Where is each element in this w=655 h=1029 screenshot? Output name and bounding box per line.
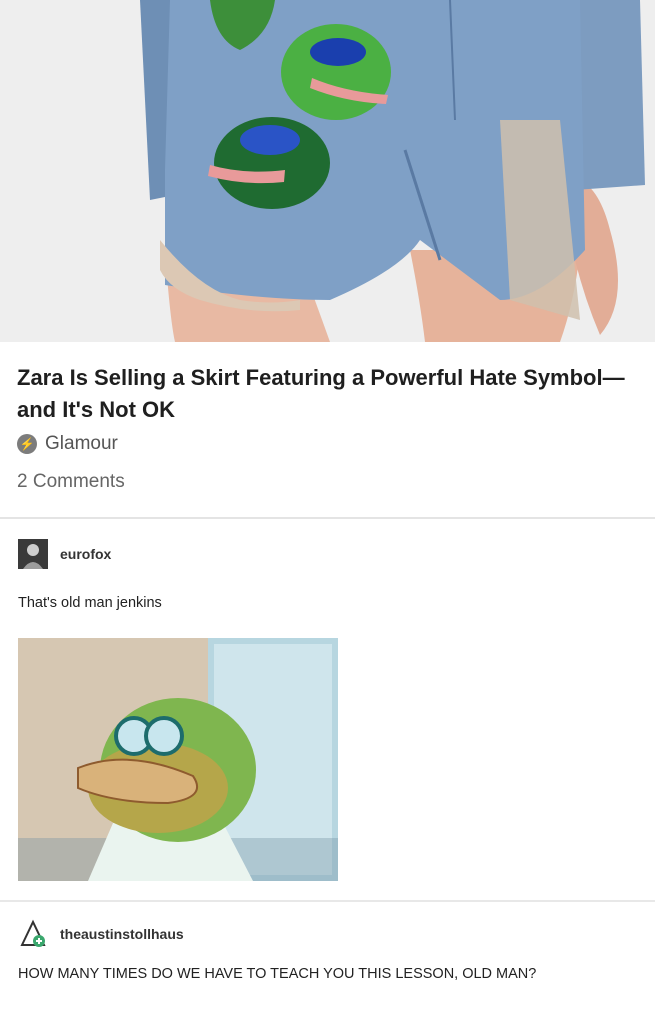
lightning-bolt-icon: ⚡ <box>17 434 37 454</box>
comments-link[interactable]: 2 Comments <box>17 471 125 493</box>
avatar[interactable] <box>18 539 48 569</box>
avatar[interactable] <box>18 919 48 949</box>
source-name: Glamour <box>45 433 118 454</box>
username[interactable]: theaustinstollhaus <box>60 926 184 942</box>
article-headline[interactable]: Zara Is Selling a Skirt Featuring a Powe… <box>17 362 627 426</box>
reply-image[interactable] <box>18 638 338 881</box>
username[interactable]: eurofox <box>60 546 111 562</box>
post-text: HOW MANY TIMES DO WE HAVE TO TEACH YOU T… <box>18 966 537 982</box>
divider <box>0 517 655 519</box>
article-hero-image[interactable] <box>0 0 655 342</box>
article-source[interactable]: ⚡ Glamour <box>17 432 118 456</box>
post-text: That's old man jenkins <box>18 595 162 611</box>
divider <box>0 900 655 902</box>
post-header: theaustinstollhaus <box>18 919 184 949</box>
post-header: eurofox <box>18 539 111 569</box>
